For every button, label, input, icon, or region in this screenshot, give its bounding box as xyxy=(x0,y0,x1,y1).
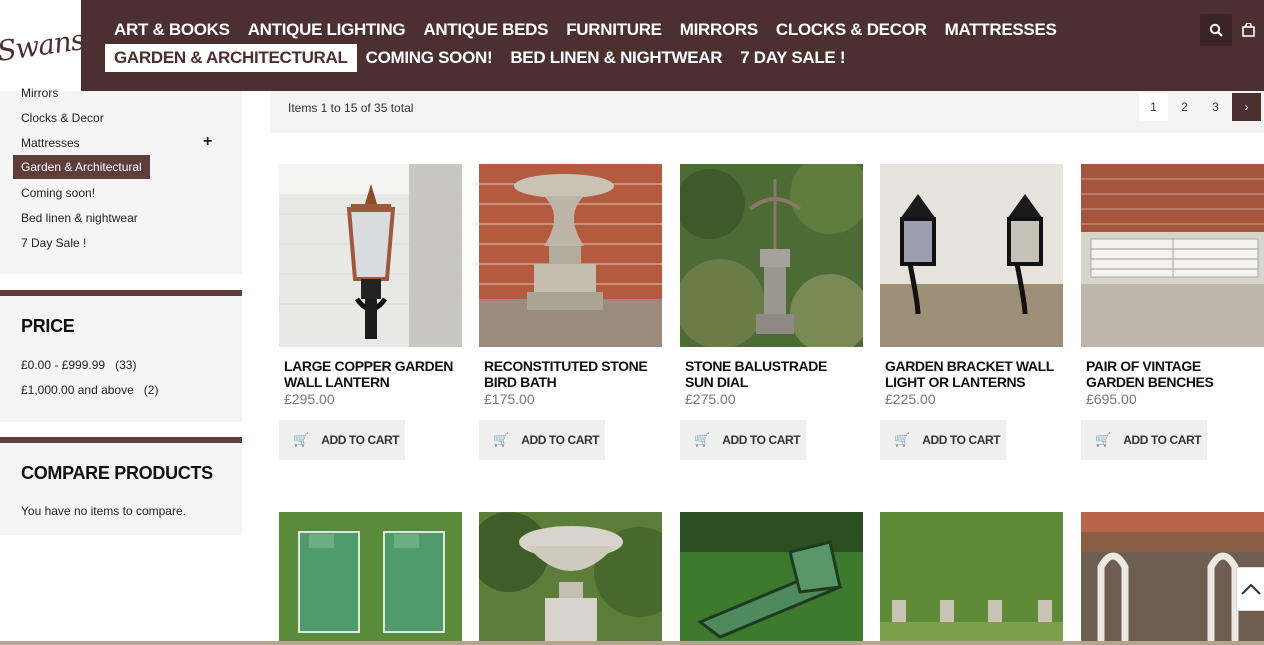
page-3[interactable]: 3 xyxy=(1201,93,1230,121)
product-image[interactable] xyxy=(279,164,462,347)
nav-row-1: ART & BOOKS ANTIQUE LIGHTING ANTIQUE BED… xyxy=(105,16,1057,44)
product-price: £225.00 xyxy=(885,391,936,407)
nav-bed-linen[interactable]: BED LINEN & NIGHTWEAR xyxy=(501,44,731,72)
header-bar: Swans ART & BOOKS ANTIQUE LIGHTING ANTIQ… xyxy=(0,0,1264,91)
sidebar-item-clocks-decor[interactable]: Clocks & Decor xyxy=(21,111,104,125)
product-image[interactable] xyxy=(880,512,1063,641)
search-icon[interactable] xyxy=(1200,14,1232,46)
add-to-cart-label: ADD TO CART xyxy=(922,433,1001,447)
scroll-to-top-button[interactable] xyxy=(1236,567,1264,611)
product-image[interactable] xyxy=(680,512,863,641)
add-to-cart-button[interactable]: 🛒 ADD TO CART xyxy=(680,420,806,460)
nav-7-day-sale[interactable]: 7 DAY SALE ! xyxy=(731,44,854,72)
logo-text: Swans xyxy=(0,23,86,68)
expand-plus-icon[interactable]: + xyxy=(203,133,212,151)
product-price: £695.00 xyxy=(1086,391,1137,407)
product-price: £275.00 xyxy=(685,391,736,407)
product-card: GARDEN BRACKET WALL LIGHT OR LANTERNS £2… xyxy=(880,164,1063,460)
product-card: STONE BALUSTRADE SUN DIAL £275.00 🛒 ADD T… xyxy=(680,164,863,460)
sidebar-item-mirrors[interactable]: Mirrors xyxy=(21,86,58,100)
basket-icon: 🛒 xyxy=(293,432,310,447)
product-card xyxy=(479,512,662,641)
basket-icon: 🛒 xyxy=(694,432,711,447)
product-image[interactable] xyxy=(479,164,662,347)
product-card xyxy=(680,512,863,641)
bottom-divider xyxy=(0,641,1264,645)
product-image[interactable] xyxy=(680,164,863,347)
product-price: £295.00 xyxy=(284,391,335,407)
price-range-label: £1,000.00 and above xyxy=(21,383,134,397)
nav-garden-architectural[interactable]: GARDEN & ARCHITECTURAL xyxy=(105,44,357,72)
product-card xyxy=(279,512,462,641)
product-card: RECONSTITUTED STONE BIRD BATH £175.00 🛒 A… xyxy=(479,164,662,460)
product-name[interactable]: LARGE COPPER GARDEN WALL LANTERN xyxy=(284,358,454,390)
shopping-bag-icon[interactable] xyxy=(1232,14,1264,46)
add-to-cart-label: ADD TO CART xyxy=(722,433,801,447)
add-to-cart-button[interactable]: 🛒 ADD TO CART xyxy=(279,420,405,460)
nav-mirrors[interactable]: MIRRORS xyxy=(671,16,767,44)
product-name[interactable]: STONE BALUSTRADE SUN DIAL xyxy=(685,358,855,390)
basket-icon: 🛒 xyxy=(493,432,510,447)
nav-antique-lighting[interactable]: ANTIQUE LIGHTING xyxy=(239,16,415,44)
product-image[interactable] xyxy=(880,164,1063,347)
items-count: Items 1 to 15 of 35 total xyxy=(288,101,414,115)
product-card xyxy=(880,512,1063,641)
product-image[interactable] xyxy=(279,512,462,641)
add-to-cart-label: ADD TO CART xyxy=(321,433,400,447)
product-image[interactable] xyxy=(479,512,662,641)
price-range-count: (2) xyxy=(143,383,159,397)
nav-art-books[interactable]: ART & BOOKS xyxy=(105,16,239,44)
sidebar-item-mattresses[interactable]: Mattresses xyxy=(21,136,80,150)
site-logo[interactable]: Swans xyxy=(0,0,86,91)
add-to-cart-label: ADD TO CART xyxy=(521,433,600,447)
page-2[interactable]: 2 xyxy=(1170,93,1199,121)
product-name[interactable]: PAIR OF VINTAGE GARDEN BENCHES xyxy=(1086,358,1256,390)
price-range-2[interactable]: £1,000.00 and above (2) xyxy=(21,383,158,397)
compare-products-block: COMPARE PRODUCTS You have no items to co… xyxy=(0,437,242,535)
product-image[interactable] xyxy=(1081,164,1264,347)
nav-furniture[interactable]: FURNITURE xyxy=(557,16,671,44)
sidebar-item-coming-soon[interactable]: Coming soon! xyxy=(21,186,95,200)
basket-icon: 🛒 xyxy=(894,432,911,447)
basket-icon: 🛒 xyxy=(1095,432,1112,447)
sidebar-item-bed-linen[interactable]: Bed linen & nightwear xyxy=(21,211,138,225)
nav-mattresses[interactable]: MATTRESSES xyxy=(936,16,1066,44)
add-to-cart-button[interactable]: 🛒 ADD TO CART xyxy=(880,420,1006,460)
product-name[interactable]: RECONSTITUTED STONE BIRD BATH xyxy=(484,358,654,390)
add-to-cart-label: ADD TO CART xyxy=(1123,433,1202,447)
price-filter-block: PRICE £0.00 - £999.99 (33) £1,000.00 and… xyxy=(0,290,242,422)
compare-products-title: COMPARE PRODUCTS xyxy=(21,463,213,483)
product-name[interactable]: GARDEN BRACKET WALL LIGHT OR LANTERNS xyxy=(885,358,1055,390)
add-to-cart-button[interactable]: 🛒 ADD TO CART xyxy=(1081,420,1207,460)
nav-row-2: GARDEN & ARCHITECTURAL COMING SOON! BED … xyxy=(105,44,1005,72)
product-price: £175.00 xyxy=(484,391,535,407)
sidebar: Mirrors Clocks & Decor Mattresses + Gard… xyxy=(0,86,242,535)
compare-products-text: You have no items to compare. xyxy=(21,504,186,518)
product-card: LARGE COPPER GARDEN WALL LANTERN £295.00… xyxy=(279,164,462,460)
sidebar-item-garden-architectural[interactable]: Garden & Architectural xyxy=(13,155,150,179)
sidebar-item-7-day-sale[interactable]: 7 Day Sale ! xyxy=(21,236,86,250)
price-range-1[interactable]: £0.00 - £999.99 (33) xyxy=(21,358,136,372)
price-range-count: (33) xyxy=(115,358,137,372)
pagination: 1 2 3 › xyxy=(1137,93,1261,121)
price-filter-title: PRICE xyxy=(21,316,75,336)
nav-coming-soon[interactable]: COMING SOON! xyxy=(357,44,502,72)
header-icons xyxy=(1200,14,1264,46)
category-list: Mirrors Clocks & Decor Mattresses + Gard… xyxy=(0,86,242,274)
page-1[interactable]: 1 xyxy=(1139,93,1168,121)
price-range-label: £0.00 - £999.99 xyxy=(21,358,106,372)
add-to-cart-button[interactable]: 🛒 ADD TO CART xyxy=(479,420,605,460)
main-nav: ART & BOOKS ANTIQUE LIGHTING ANTIQUE BED… xyxy=(105,16,1057,72)
chevron-up-icon xyxy=(1241,583,1261,595)
listing-toolbar: Items 1 to 15 of 35 total 1 2 3 › xyxy=(270,91,1264,133)
nav-clocks-decor[interactable]: CLOCKS & DECOR xyxy=(767,16,936,44)
product-card: PAIR OF VINTAGE GARDEN BENCHES £695.00 🛒… xyxy=(1081,164,1264,460)
nav-antique-beds[interactable]: ANTIQUE BEDS xyxy=(414,16,557,44)
next-page-button[interactable]: › xyxy=(1232,93,1261,121)
